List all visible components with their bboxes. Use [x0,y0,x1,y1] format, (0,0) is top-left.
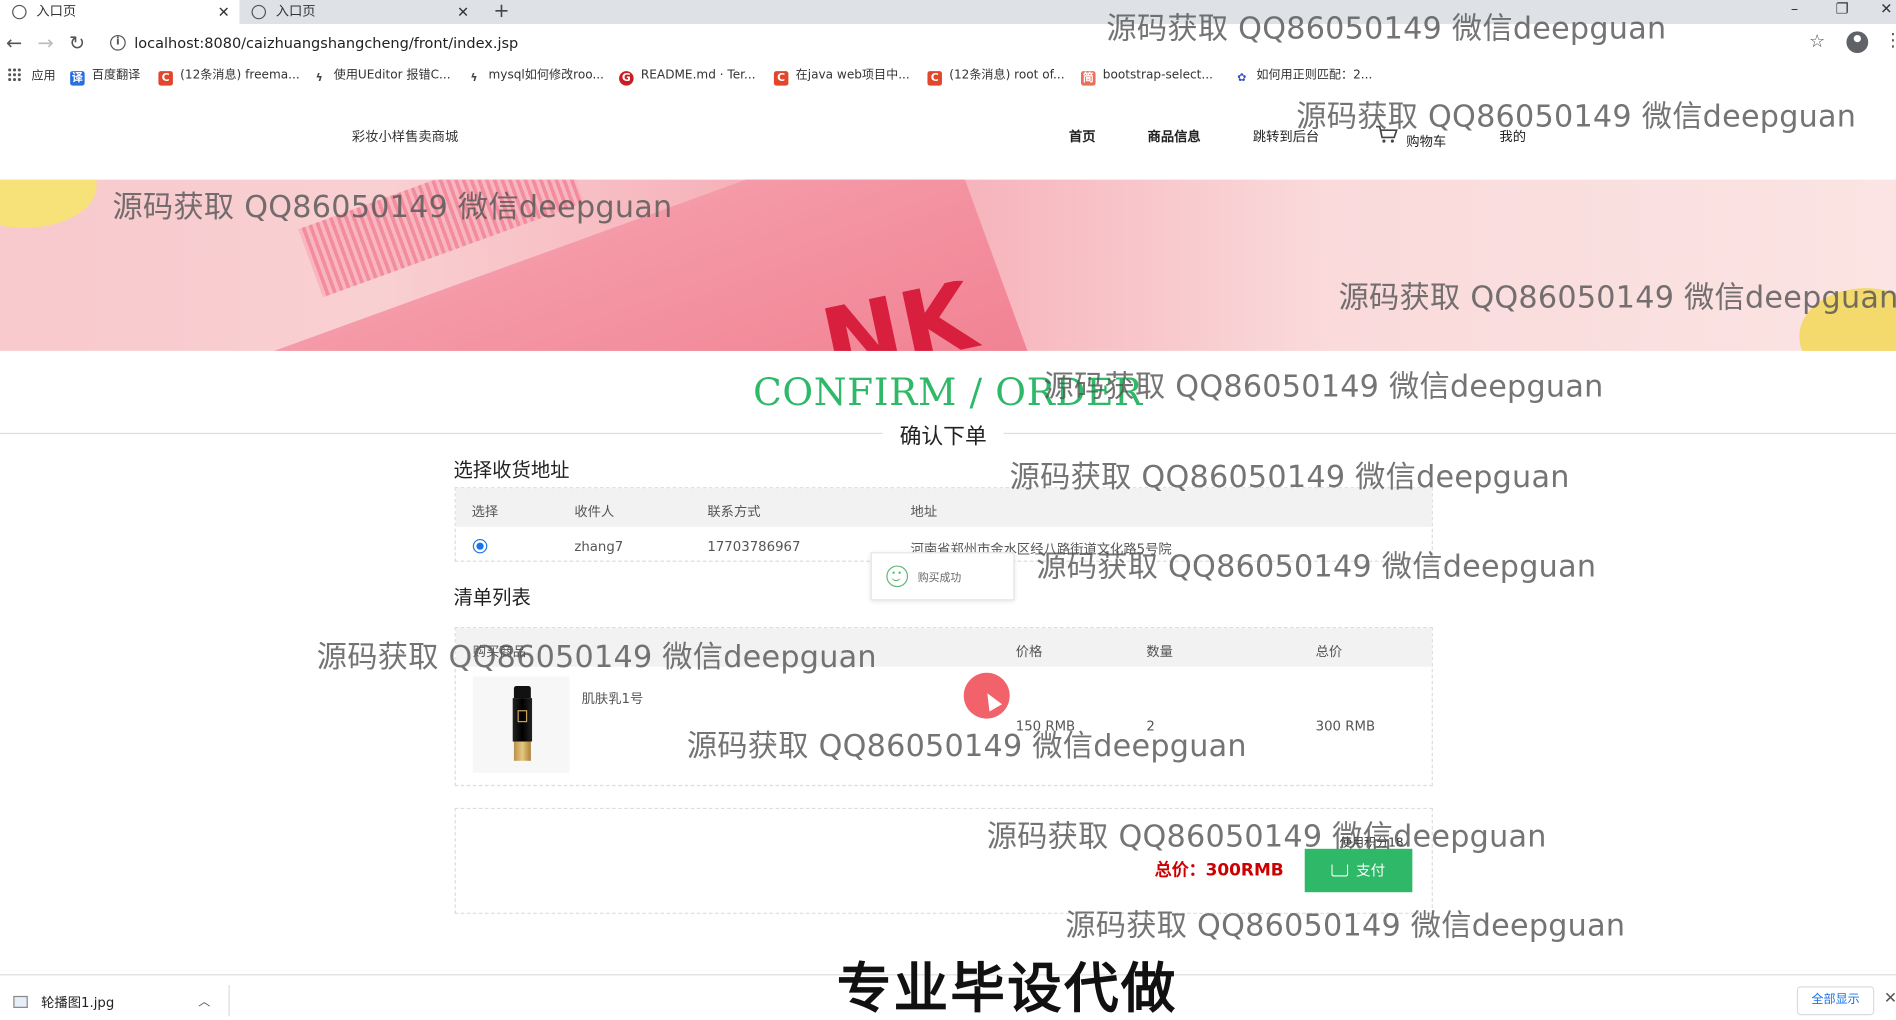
bookmark-star-icon[interactable]: ☆ [1809,30,1825,52]
address-table: 选择 收件人 联系方式 地址 zhang7 17703786967 河南省郑州市… [454,487,1433,562]
bird-icon: ϟ [470,72,478,85]
order-total: 总价：300RMB [1154,860,1284,881]
confirm-order-title: CONFIRM / ORDER [753,371,1143,415]
profile-avatar-icon[interactable] [1846,31,1869,54]
bookmark-apps[interactable]: 应用 [7,67,56,86]
payment-box: 使用积分18 总价：300RMB 支付 [454,807,1433,914]
site-title: 彩妆小样售卖商城 [351,129,459,145]
col-header: 联系方式 [707,503,761,520]
col-header: 地址 [910,503,938,520]
confirm-order-subtitle: 确认下单 [882,419,1004,451]
product-price: 150 RMB [1015,718,1076,735]
tab-strip: 入口页 ✕ 入口页 ✕ + – ❐ ✕ [0,0,1896,25]
col-header: 收件人 [574,503,615,520]
tab-1[interactable]: 入口页 ✕ [0,0,240,25]
points-checkbox[interactable]: 使用积分18 [1340,832,1404,850]
bookmark-item[interactable]: ✿ 如何用正则匹配：2... [1235,68,1372,86]
jianshu-icon: 简 [1081,71,1096,86]
bird-icon: ϟ [315,72,323,85]
csdn-icon: C [773,71,789,86]
order-items-table: 购买商品 价格 数量 总价 肌肤乳1号 150 RMB 2 300 RMB [454,626,1433,787]
toast-text: 购买成功 [917,572,962,585]
address-radio[interactable] [472,538,488,554]
nav-home[interactable]: 首页 [1069,127,1096,146]
globe-icon [12,4,27,20]
apps-grid-icon [7,67,22,82]
product-name[interactable]: 肌肤乳1号 [582,688,644,707]
paw-icon: ✿ [1237,72,1247,85]
csdn-icon: C [158,71,173,86]
gitee-icon: G [619,71,634,86]
svg-text:NK: NK [813,281,987,351]
menu-kebab-icon[interactable]: ⋮ [1884,29,1896,51]
cart-icon [1331,864,1349,877]
col-header: 购买商品 [472,643,527,660]
pay-button[interactable]: 支付 [1304,848,1413,893]
bookmark-item[interactable]: C (12条消息) root of... [927,68,1065,86]
banner-letters: NK [813,281,987,351]
cart-icon[interactable] [1375,124,1399,143]
download-file-name[interactable]: 轮播图1.jpg [41,992,114,1011]
new-tab-button[interactable]: + [493,0,509,23]
items-table-header [455,628,1432,667]
tab-close-icon[interactable]: ✕ [457,0,469,24]
bookmark-item[interactable]: 简 bootstrap-select... [1081,68,1213,86]
address-bar[interactable]: localhost:8080/caizhuangshangcheng/front… [134,34,518,53]
bookmarks-bar: 应用 译百度翻译 C (12条消息) freema... ϟ 使用UEditor 报… [0,62,1896,90]
col-header: 数量 [1146,643,1173,660]
bookmark-item[interactable]: 译百度翻译 [70,68,140,86]
browser-toolbar: ← → ↻ i localhost:8080/caizhuangshangche… [0,24,1896,63]
bookmark-item[interactable]: C (12条消息) freema... [158,68,300,86]
address-section-title: 选择收货地址 [453,458,570,482]
show-all-button[interactable]: 全部显示 [1796,986,1875,1016]
nav-mine[interactable]: 我的 [1499,127,1526,146]
forward-arrow-icon[interactable]: → [37,31,53,55]
nav-admin[interactable]: 跳转到后台 [1253,127,1320,146]
bookmark-item[interactable]: ϟ 使用UEditor 报错C... [312,68,451,86]
banner-image: NK [0,179,1896,351]
translate-icon: 译 [70,71,85,86]
bookmark-item[interactable]: C 在java web项目中... [773,68,910,86]
screen: 入口页 ✕ 入口页 ✕ + – ❐ ✕ ← → ↻ i localhost:80… [0,0,1896,1020]
tab-title: 入口页 [36,3,77,20]
ad-banner-text: 专业毕设代做 [836,956,1178,1020]
site-header: 彩妆小样售卖商城 首页 商品信息 跳转到后台 购物车 我的 [0,90,1896,180]
bookmark-item[interactable]: ϟ mysql如何修改roo... [467,68,604,86]
bookmark-item[interactable]: G README.md · Ter... [619,68,756,86]
product-qty: 2 [1146,718,1155,735]
tab-title: 入口页 [275,3,316,20]
back-arrow-icon[interactable]: ← [6,31,22,55]
product-image[interactable] [472,676,570,773]
minimize-button[interactable]: – [1791,0,1798,20]
window-close-button[interactable]: ✕ [1880,0,1892,20]
image-file-icon [13,995,28,1008]
tab-close-icon[interactable]: ✕ [218,0,230,24]
product-total: 300 RMB [1315,718,1376,735]
list-section-title: 清单列表 [453,585,531,609]
nav-products[interactable]: 商品信息 [1148,127,1201,146]
chevron-up-icon[interactable]: ︿ [198,991,210,1009]
reload-icon[interactable]: ↻ [69,31,85,55]
globe-icon [251,4,267,20]
col-header: 选择 [471,503,499,520]
col-header: 总价 [1315,643,1343,660]
nav-cart[interactable]: 购物车 [1406,131,1446,150]
col-header: 价格 [1015,643,1043,660]
restore-button[interactable]: ❐ [1836,0,1849,20]
recipient-name: zhang7 [574,538,624,555]
info-icon[interactable]: i [110,34,126,51]
success-toast: 购买成功 [870,552,1015,601]
tab-2[interactable]: 入口页 ✕ [239,0,478,24]
shelf-close-icon[interactable]: ✕ [1884,990,1896,1008]
recipient-phone: 17703786967 [707,538,801,555]
csdn-icon: C [927,71,942,86]
smile-icon [886,565,909,588]
